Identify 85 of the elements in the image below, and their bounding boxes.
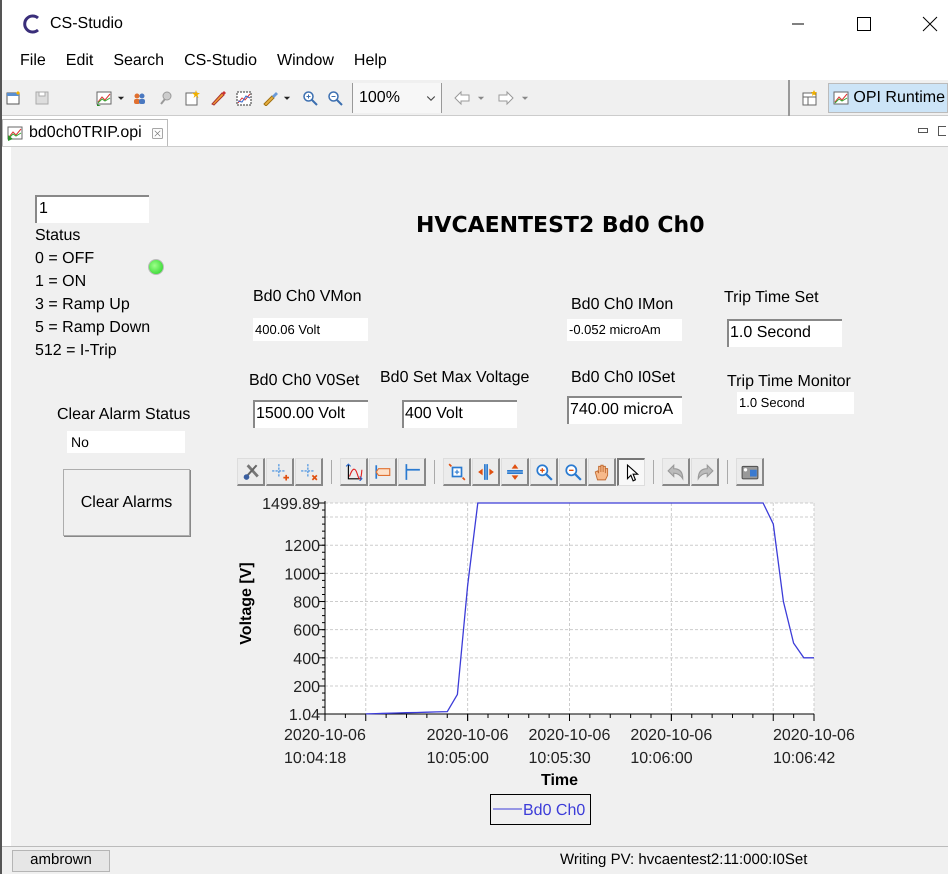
input-field[interactable]: 1.0 Second — [727, 319, 842, 347]
field-label: Bd0 Ch0 I0Set — [571, 368, 676, 388]
readout-field: 400.06 Volt — [253, 318, 368, 341]
vertical-stretch-icon — [506, 462, 524, 480]
field-label: Bd0 Ch0 IMon — [571, 295, 674, 315]
tool-button[interactable] — [617, 458, 645, 486]
status-message: Writing PV: hvcaentest2:11:000:I0Set — [560, 850, 808, 870]
crosshair-x-icon — [300, 462, 318, 480]
tick-label: 2020-10-06 10:06:00 — [630, 727, 712, 767]
grid-chart-icon[interactable] — [236, 90, 252, 106]
legend-text: 3 = Ramp Up — [35, 295, 131, 315]
chart-icon — [7, 125, 23, 141]
field-label: Trip Time Monitor — [727, 372, 851, 392]
minimize-view-icon[interactable] — [918, 128, 928, 134]
user-label: ambrown — [12, 850, 110, 872]
legend-text: 5 = Ramp Down — [35, 318, 150, 338]
zoom-in-icon[interactable] — [302, 90, 318, 106]
axis-title: Voltage [V] — [238, 562, 255, 645]
tick-label: 800 — [293, 594, 320, 612]
maximize-icon[interactable] — [856, 16, 872, 32]
field-label: Clear Alarm Status — [57, 405, 190, 425]
brush-icon[interactable] — [262, 90, 278, 106]
menu-item[interactable]: Window — [274, 49, 336, 73]
input-field[interactable]: 1 — [35, 195, 149, 223]
clear-alarms-button[interactable]: Clear Alarms — [63, 469, 190, 536]
legend-text: 512 = I-Trip — [35, 341, 118, 361]
redo-arrow-icon — [696, 462, 714, 480]
field-label: Bd0 Set Max Voltage — [380, 368, 530, 388]
input-field[interactable]: 400 Volt — [402, 400, 517, 428]
chart-icon — [833, 90, 850, 106]
zoom-out-icon[interactable] — [327, 90, 343, 106]
new-window-icon[interactable] — [6, 90, 22, 106]
cursor-line-icon — [402, 462, 420, 480]
zoom-in-icon — [534, 462, 552, 480]
readout-field: 1.0 Second — [737, 392, 854, 414]
readout-field: No — [67, 431, 185, 453]
legend-text: 0 = OFF — [35, 249, 96, 269]
tick-label: 1499.89 — [262, 496, 320, 513]
axis-title: Time — [540, 772, 578, 789]
undo-arrow-icon — [666, 462, 684, 480]
menu-item[interactable]: Help — [352, 49, 389, 73]
back-arrow-icon[interactable] — [454, 90, 470, 106]
tick-label: 2020-10-06 10:05:00 — [426, 727, 508, 767]
field-label: Bd0 Ch0 V0Set — [249, 371, 360, 391]
window-layout-icon[interactable] — [802, 90, 818, 106]
axes-chart-icon — [344, 462, 362, 480]
legend-label: Bd0 Ch0 — [523, 802, 586, 819]
new-document-icon[interactable] — [184, 90, 200, 106]
menu-item[interactable]: File — [18, 49, 48, 73]
pencil-icon[interactable] — [210, 90, 226, 106]
legend-line — [492, 808, 522, 810]
zoom-dropdown[interactable]: 100% — [352, 82, 442, 112]
menu-item[interactable]: Search — [111, 49, 166, 73]
editor-tab[interactable]: bd0ch0TRIP.opi — [2, 119, 168, 146]
tag-icon — [374, 462, 392, 480]
field-label: Bd0 Ch0 VMon — [253, 287, 362, 307]
horizontal-stretch-icon — [476, 462, 494, 480]
tick-label: 2020-10-06 10:05:30 — [528, 727, 610, 767]
tick-label: 600 — [293, 622, 320, 640]
window-title: CS-Studio — [50, 14, 123, 34]
display-title: HVCAENTEST2 Bd0 Ch0 — [416, 212, 705, 240]
forward-arrow-icon[interactable] — [498, 90, 514, 106]
input-field[interactable]: 1500.00 Volt — [253, 400, 368, 428]
status-label: Status — [35, 226, 82, 246]
close-icon[interactable] — [922, 16, 938, 32]
tick-label: 1000 — [284, 566, 320, 584]
save-icon[interactable] — [34, 90, 50, 106]
readout-field: -0.052 microAm — [567, 319, 682, 341]
tick-label: 1.04 — [288, 707, 320, 724]
crosshair-plus-icon — [270, 462, 288, 480]
tick-label: 400 — [293, 650, 320, 668]
tick-label: 2020-10-06 10:06:42 — [773, 727, 855, 767]
menu-item[interactable]: Edit — [64, 49, 96, 73]
tick-label: 1200 — [284, 538, 320, 556]
field-label: Trip Time Set — [724, 288, 819, 308]
input-field[interactable]: 740.00 microA — [567, 396, 682, 424]
chart-icon[interactable] — [96, 90, 112, 106]
tick-label: 2020-10-06 10:04:18 — [284, 727, 366, 767]
menu-item[interactable]: CS-Studio — [182, 49, 259, 73]
hand-icon — [592, 462, 610, 480]
logo-icon — [22, 13, 42, 35]
zoom-out-icon — [564, 462, 582, 480]
tick-label: 200 — [293, 679, 320, 696]
legend-text: 1 = ON — [35, 272, 88, 292]
perspective-button[interactable]: OPI Runtime — [828, 82, 948, 112]
